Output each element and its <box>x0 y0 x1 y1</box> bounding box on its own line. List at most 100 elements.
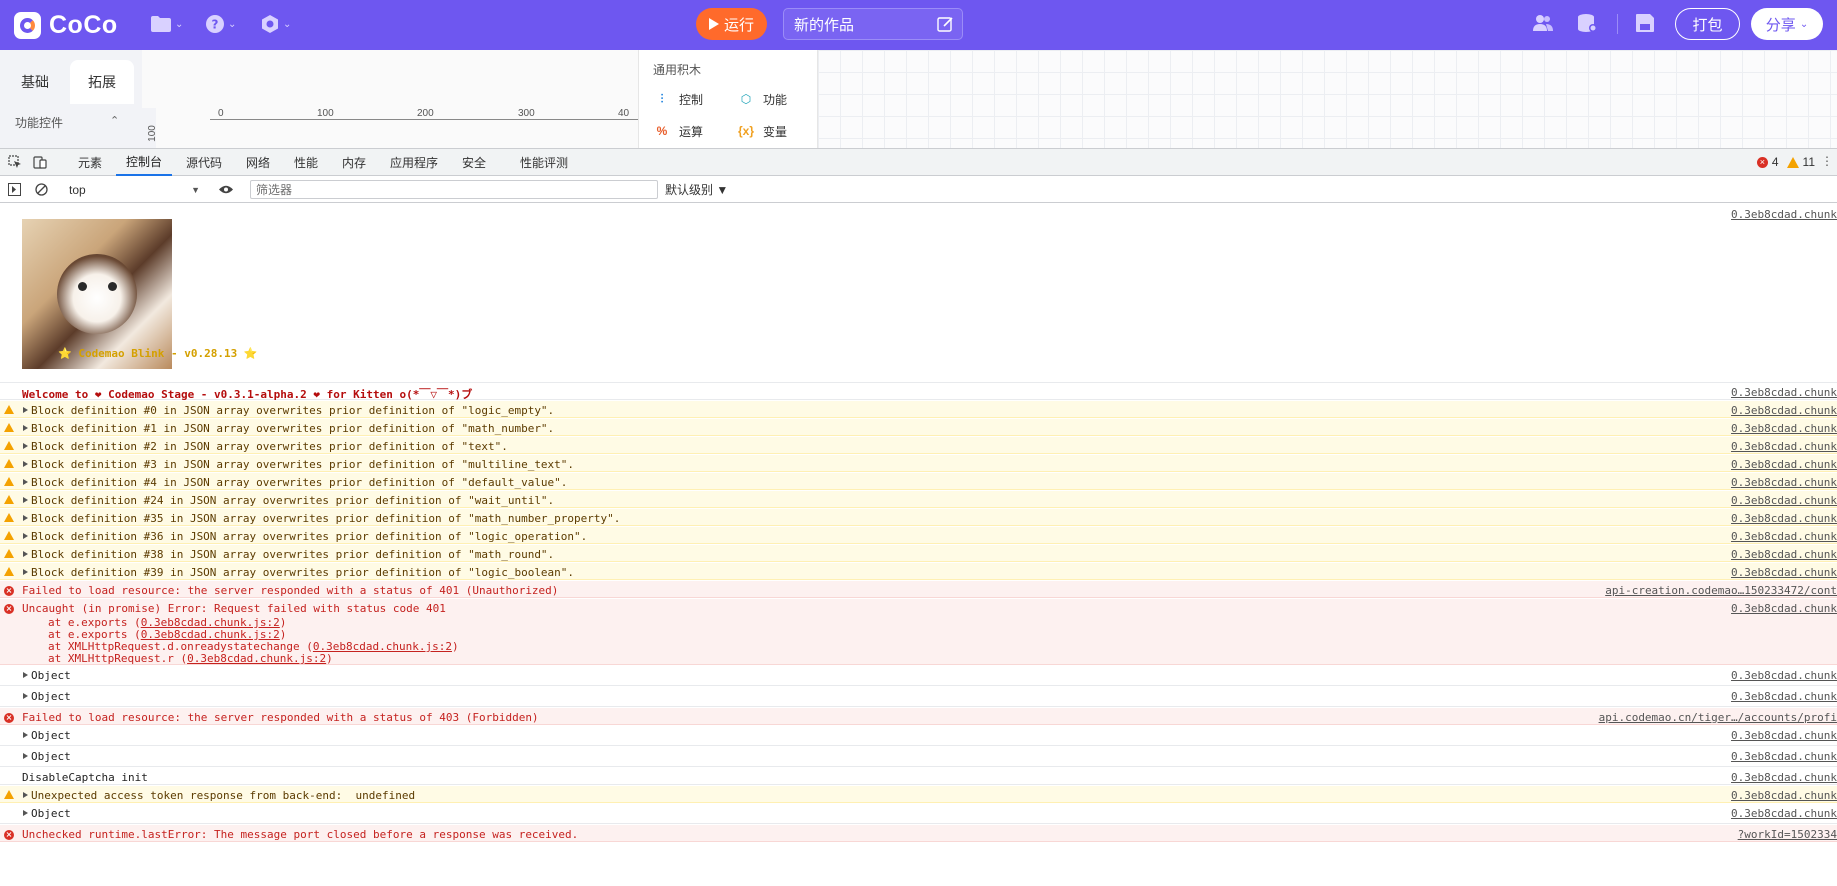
run-button[interactable]: 运行 <box>696 8 767 40</box>
source-link[interactable]: 0.3eb8cdad.chunk <box>1731 690 1837 703</box>
tab-extension[interactable]: 拓展 <box>70 60 134 104</box>
expand-triangle-icon[interactable] <box>23 479 28 485</box>
source-link[interactable]: ?workId=1502334 <box>1738 828 1837 841</box>
source-link[interactable]: api.codemao.cn/tiger…/accounts/profi <box>1599 711 1837 724</box>
source-link[interactable]: 0.3eb8cdad.chunk <box>1731 789 1837 802</box>
expand-triangle-icon[interactable] <box>23 810 28 816</box>
expand-triangle-icon[interactable] <box>23 407 28 413</box>
expand-triangle-icon[interactable] <box>23 753 28 759</box>
save-button[interactable] <box>1634 12 1656 39</box>
source-link[interactable]: 0.3eb8cdad.chunk <box>1731 440 1837 453</box>
logo[interactable]: CoCo <box>14 11 118 40</box>
function-icon: ⬡ <box>740 92 752 106</box>
source-link[interactable]: 0.3eb8cdad.chunk <box>1731 729 1837 742</box>
device-toggle-icon[interactable] <box>33 155 47 169</box>
console-message-text[interactable]: Object <box>31 669 71 682</box>
source-link[interactable]: 0.3eb8cdad.chunk <box>1731 422 1837 435</box>
block-category-control[interactable]: ⫶ 控制 <box>653 90 703 108</box>
block-category-function[interactable]: ⬡ 功能 <box>737 90 787 108</box>
expand-triangle-icon[interactable] <box>23 443 28 449</box>
source-link[interactable]: 0.3eb8cdad.chunk <box>1731 771 1837 784</box>
devtools-tab-performance[interactable]: 性能 <box>284 149 328 176</box>
workspace-grid[interactable] <box>818 50 1837 148</box>
console-message-text[interactable]: Block definition #0 in JSON array overwr… <box>31 404 554 417</box>
source-link[interactable]: 0.3eb8cdad.chunk <box>1731 548 1837 561</box>
expand-triangle-icon[interactable] <box>23 792 28 798</box>
devtools-tab-console[interactable]: 控制台 <box>116 149 173 176</box>
source-link[interactable]: 0.3eb8cdad.chunk <box>1731 512 1837 525</box>
console-message-text[interactable]: Block definition #3 in JSON array overwr… <box>31 458 574 471</box>
expand-triangle-icon[interactable] <box>23 497 28 503</box>
console-message-text: Failed to load resource: the server resp… <box>22 711 539 724</box>
stack-frame-link[interactable]: 0.3eb8cdad.chunk.js:2 <box>313 640 452 653</box>
console-message-text[interactable]: Block definition #2 in JSON array overwr… <box>31 440 508 453</box>
source-link[interactable]: 0.3eb8cdad.chunk <box>1731 404 1837 417</box>
help-menu-button[interactable]: ? ⌄ <box>205 12 236 36</box>
block-category-operator[interactable]: % 运算 <box>653 122 703 140</box>
console-message-text[interactable]: Unexpected access token response from ba… <box>31 789 415 802</box>
expand-triangle-icon[interactable] <box>23 461 28 467</box>
devtools-tab-lighthouse[interactable]: 性能评测 <box>510 149 578 176</box>
console-message-text[interactable]: Object <box>31 729 71 742</box>
more-icon[interactable]: ⋮ <box>1821 154 1833 168</box>
log-level-select[interactable]: 默认级别 ▼ <box>665 181 728 198</box>
expand-triangle-icon[interactable] <box>23 425 28 431</box>
devtools-tab-network[interactable]: 网络 <box>236 149 280 176</box>
console-message-text[interactable]: Object <box>31 690 71 703</box>
source-link[interactable]: 0.3eb8cdad.chunk <box>1731 458 1837 471</box>
source-link[interactable]: 0.3eb8cdad.chunk <box>1731 494 1837 507</box>
devtools-tab-application[interactable]: 应用程序 <box>380 149 448 176</box>
source-link[interactable]: 0.3eb8cdad.chunk <box>1731 669 1837 682</box>
console-filter-input[interactable]: 筛选器 <box>250 180 658 199</box>
console-message-text[interactable]: Block definition #39 in JSON array overw… <box>31 566 574 579</box>
chevron-up-icon[interactable]: ⌃ <box>110 114 119 127</box>
console-message-text[interactable]: Block definition #24 in JSON array overw… <box>31 494 554 507</box>
expand-triangle-icon[interactable] <box>23 693 28 699</box>
devtools-tab-memory[interactable]: 内存 <box>332 149 376 176</box>
devtools-tab-sources[interactable]: 源代码 <box>176 149 232 176</box>
context-select[interactable]: top ▼ <box>64 180 204 199</box>
console-message-row: Block definition #36 in JSON array overw… <box>0 527 1837 544</box>
clear-console-icon[interactable] <box>35 183 48 196</box>
file-menu-button[interactable]: ⌄ <box>150 12 183 36</box>
database-button[interactable] <box>1576 12 1598 39</box>
issue-counts[interactable]: × 4 11 <box>1756 155 1815 169</box>
sidebar-toggle-icon[interactable] <box>8 183 21 196</box>
work-title-input[interactable]: 新的作品 <box>783 8 963 40</box>
section-heading: 功能控件 <box>15 116 64 130</box>
collaborate-button[interactable] <box>1532 12 1554 39</box>
expand-triangle-icon[interactable] <box>23 551 28 557</box>
expand-triangle-icon[interactable] <box>23 672 28 678</box>
console-message-text[interactable]: Block definition #4 in JSON array overwr… <box>31 476 567 489</box>
source-link[interactable]: 0.3eb8cdad.chunk <box>1731 807 1837 820</box>
share-button[interactable]: 分享 ⌄ <box>1751 8 1823 40</box>
expand-triangle-icon[interactable] <box>23 515 28 521</box>
devtools-tab-security[interactable]: 安全 <box>452 149 496 176</box>
console-message-text[interactable]: Block definition #38 in JSON array overw… <box>31 548 554 561</box>
tab-basic[interactable]: 基础 <box>0 60 70 104</box>
source-link[interactable]: 0.3eb8cdad.chunk <box>1731 386 1837 399</box>
source-link[interactable]: 0.3eb8cdad.chunk <box>1731 530 1837 543</box>
source-link[interactable]: 0.3eb8cdad.chunk <box>1731 750 1837 763</box>
expand-triangle-icon[interactable] <box>23 533 28 539</box>
edit-icon[interactable] <box>937 16 954 33</box>
expand-triangle-icon[interactable] <box>23 569 28 575</box>
source-link[interactable]: 0.3eb8cdad.chunk <box>1731 602 1837 615</box>
stack-frame-link[interactable]: 0.3eb8cdad.chunk.js:2 <box>187 652 326 665</box>
console-message-text[interactable]: Block definition #36 in JSON array overw… <box>31 530 587 543</box>
pack-button[interactable]: 打包 <box>1675 8 1740 40</box>
devtools-tab-elements[interactable]: 元素 <box>68 149 112 176</box>
console-message-text[interactable]: Block definition #35 in JSON array overw… <box>31 512 620 525</box>
source-link[interactable]: api-creation.codemao…150233472/cont <box>1605 584 1837 597</box>
source-link[interactable]: 0.3eb8cdad.chunk <box>1731 208 1837 221</box>
eye-icon[interactable] <box>218 184 234 195</box>
inspect-icon[interactable] <box>8 155 22 169</box>
console-message-text[interactable]: Block definition #1 in JSON array overwr… <box>31 422 554 435</box>
console-message-text[interactable]: Object <box>31 750 71 763</box>
expand-triangle-icon[interactable] <box>23 732 28 738</box>
source-link[interactable]: 0.3eb8cdad.chunk <box>1731 566 1837 579</box>
settings-menu-button[interactable]: ⌄ <box>260 12 291 36</box>
block-category-variable[interactable]: {x} 变量 <box>737 122 787 140</box>
source-link[interactable]: 0.3eb8cdad.chunk <box>1731 476 1837 489</box>
console-message-text[interactable]: Object <box>31 807 71 820</box>
